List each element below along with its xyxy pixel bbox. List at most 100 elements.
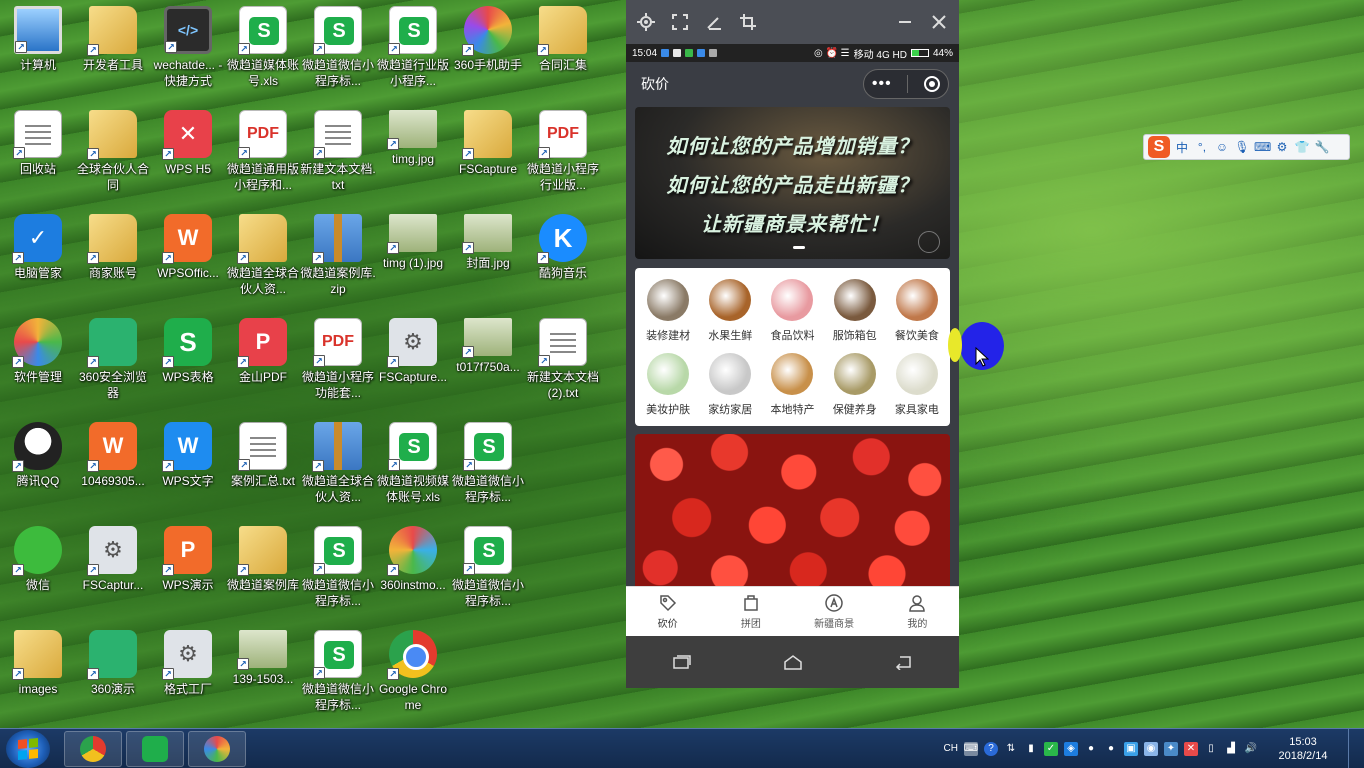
desktop-icon[interactable]: ↗ 新建文本文档 (2).txt (525, 312, 601, 412)
show-desktop-button[interactable] (1348, 728, 1358, 768)
pen-icon[interactable] (704, 12, 724, 32)
desktop-icon[interactable]: ↗ 360安全浏览器 (75, 312, 151, 412)
close-icon[interactable] (929, 12, 949, 32)
promo-banner[interactable]: 如何让您的产品增加销量？ 如何让您的产品走出新疆？ 让新疆商景来帮忙！ (635, 107, 950, 259)
desktop-icon[interactable]: ↗ Google Chrome (375, 624, 451, 724)
desktop-icon[interactable]: ↗ 微趋道行业版小程序... (375, 0, 451, 100)
back-icon[interactable] (892, 652, 916, 672)
volume-icon[interactable]: 🔊 (1244, 742, 1258, 756)
desktop-icon[interactable]: ↗ 回收站 (0, 104, 76, 204)
qq-tray-icon[interactable]: ● (1084, 742, 1098, 756)
clock[interactable]: 15:03 2018/2/14 (1272, 735, 1334, 763)
desktop-icon[interactable]: ↗ 360演示 (75, 624, 151, 724)
desktop-icon[interactable]: ↗ 360手机助手 (450, 0, 526, 100)
input-language-indicator[interactable]: CH (944, 743, 958, 754)
desktop-icon[interactable]: ↗ 封面.jpg (450, 208, 526, 308)
desktop-icon[interactable]: ↗ 微趋道全球合伙人资... (225, 208, 301, 308)
desktop-icon[interactable]: ↗ 360instmo... (375, 520, 451, 620)
desktop-icon[interactable]: ✓ ↗ 电脑管家 (0, 208, 76, 308)
desktop-icon[interactable]: PDF ↗ 微趋道小程序行业版... (525, 104, 601, 204)
desktop-icon[interactable]: ↗ 计算机 (0, 0, 76, 100)
start-button[interactable] (6, 729, 50, 768)
desktop-icon[interactable]: ↗ timg.jpg (375, 104, 451, 204)
desktop-icon[interactable]: PDF ↗ 微趋道小程序功能套... (300, 312, 376, 412)
ime-mode-toggle[interactable]: 中 (1174, 139, 1190, 156)
qq-tray-icon[interactable]: ● (1104, 742, 1118, 756)
fullscreen-icon[interactable] (670, 12, 690, 32)
shield-tray-icon[interactable]: ◈ (1064, 741, 1078, 756)
category-item[interactable]: 餐饮美食 (886, 274, 948, 348)
app-tray-icon[interactable]: ◉ (1144, 741, 1158, 756)
category-item[interactable]: 水果生鲜 (699, 274, 761, 348)
taskbar-wps-spreadsheet[interactable] (126, 730, 184, 767)
desktop-icon[interactable]: ↗ 案例汇总.txt (225, 416, 301, 516)
category-item[interactable]: 美妆护肤 (637, 348, 699, 422)
minimize-icon[interactable] (895, 12, 915, 32)
desktop-icon[interactable]: K ↗ 酷狗音乐 (525, 208, 601, 308)
desktop-icon[interactable]: ↗ 微趋道微信小程序标... (300, 624, 376, 724)
security-tray-icon[interactable]: ✓ (1044, 741, 1058, 756)
desktop-icon[interactable]: ↗ 139-1503... (225, 624, 301, 724)
usb-icon[interactable]: ▮ (1024, 742, 1038, 756)
punctuation-icon[interactable]: °, (1194, 140, 1210, 154)
voice-icon[interactable]: 🎙 (1234, 140, 1250, 154)
desktop-icon[interactable]: W ↗ WPSOffic... (150, 208, 226, 308)
taskbar-360-phone-assistant[interactable] (188, 730, 246, 767)
desktop-icon[interactable]: ↗ 商家账号 (75, 208, 151, 308)
desktop-icon[interactable]: ⚙ ↗ FSCapture... (375, 312, 451, 412)
tab-group-buy[interactable]: 拼团 (709, 587, 792, 636)
desktop-icon[interactable]: ↗ 微趋道微信小程序标... (300, 520, 376, 620)
keyboard-icon[interactable]: ⌨ (1254, 140, 1271, 154)
crop-icon[interactable] (738, 12, 758, 32)
tab-bargain[interactable]: 砍价 (626, 587, 709, 636)
recent-apps-icon[interactable] (670, 652, 694, 672)
desktop-icon[interactable]: ↗ 新建文本文档.txt (300, 104, 376, 204)
taskbar-chrome[interactable] (64, 730, 122, 767)
category-item[interactable]: 装修建材 (637, 274, 699, 348)
help-icon[interactable]: ? (984, 741, 998, 756)
desktop-icon[interactable]: ↗ 软件管理 (0, 312, 76, 412)
sogou-logo-icon[interactable]: S (1148, 136, 1170, 158)
emoji-icon[interactable]: ☺ (1214, 140, 1230, 154)
tab-store[interactable]: 新疆商景 (793, 587, 876, 636)
desktop-icon[interactable]: ↗ 微趋道媒体账号.xls (225, 0, 301, 100)
desktop-icon[interactable]: ⚙ ↗ 格式工厂 (150, 624, 226, 724)
desktop-icon[interactable]: W ↗ WPS文字 (150, 416, 226, 516)
wrench-icon[interactable]: 🔧 (1314, 140, 1330, 154)
app-tray-icon[interactable]: ▯ (1204, 742, 1218, 756)
category-item[interactable]: 服饰箱包 (824, 274, 886, 348)
close-miniprogram-icon[interactable] (924, 76, 941, 92)
desktop-icon[interactable]: S ↗ WPS表格 (150, 312, 226, 412)
notification-tray-icon[interactable]: ⇅ (1004, 742, 1018, 756)
skin-icon[interactable]: 👕 (1294, 140, 1310, 154)
desktop-icon[interactable]: P ↗ WPS演示 (150, 520, 226, 620)
app-tray-icon[interactable]: ▣ (1124, 741, 1138, 756)
category-item[interactable]: 保健养身 (824, 348, 886, 422)
app-tray-icon[interactable]: ✕ (1184, 741, 1198, 756)
settings-gear-icon[interactable] (636, 12, 656, 32)
desktop-icon[interactable]: ↗ 微趋道微信小程序标... (450, 416, 526, 516)
desktop-icon[interactable]: ↗ timg (1).jpg (375, 208, 451, 308)
toolbox-icon[interactable]: ⚙ (1274, 140, 1290, 154)
keyboard-tray-icon[interactable]: ⌨ (964, 741, 978, 756)
desktop-icon[interactable]: P ↗ 金山PDF (225, 312, 301, 412)
category-item[interactable]: 食品饮料 (761, 274, 823, 348)
desktop-icon[interactable]: ✕ ↗ WPS H5 (150, 104, 226, 204)
desktop-icon[interactable]: ↗ t017f750a... (450, 312, 526, 412)
category-item[interactable]: 本地特产 (761, 348, 823, 422)
desktop-icon[interactable]: ↗ 微趋道全球合伙人资... (300, 416, 376, 516)
desktop-icon[interactable]: ↗ 微信 (0, 520, 76, 620)
desktop-icon[interactable]: ↗ 微趋道微信小程序标... (450, 520, 526, 620)
product-image-strawberries[interactable] (635, 434, 950, 586)
desktop-icon[interactable]: ↗ FSCapture (450, 104, 526, 204)
more-menu-button[interactable]: ••• (872, 75, 892, 93)
desktop-icon[interactable]: ↗ images (0, 624, 76, 724)
desktop-icon[interactable]: ⚙ ↗ FSCaptur... (75, 520, 151, 620)
desktop-icon[interactable]: ↗ 腾讯QQ (0, 416, 76, 516)
desktop-icon[interactable]: ↗ 开发者工具 (75, 0, 151, 100)
desktop-icon[interactable]: W ↗ 10469305... (75, 416, 151, 516)
desktop-icon[interactable]: ↗ 合同汇集 (525, 0, 601, 100)
app-tray-icon[interactable]: ✦ (1164, 741, 1178, 756)
desktop-icon[interactable]: ↗ 微趋道案例库.zip (300, 208, 376, 308)
desktop-icon[interactable]: PDF ↗ 微趋道通用版小程序和... (225, 104, 301, 204)
